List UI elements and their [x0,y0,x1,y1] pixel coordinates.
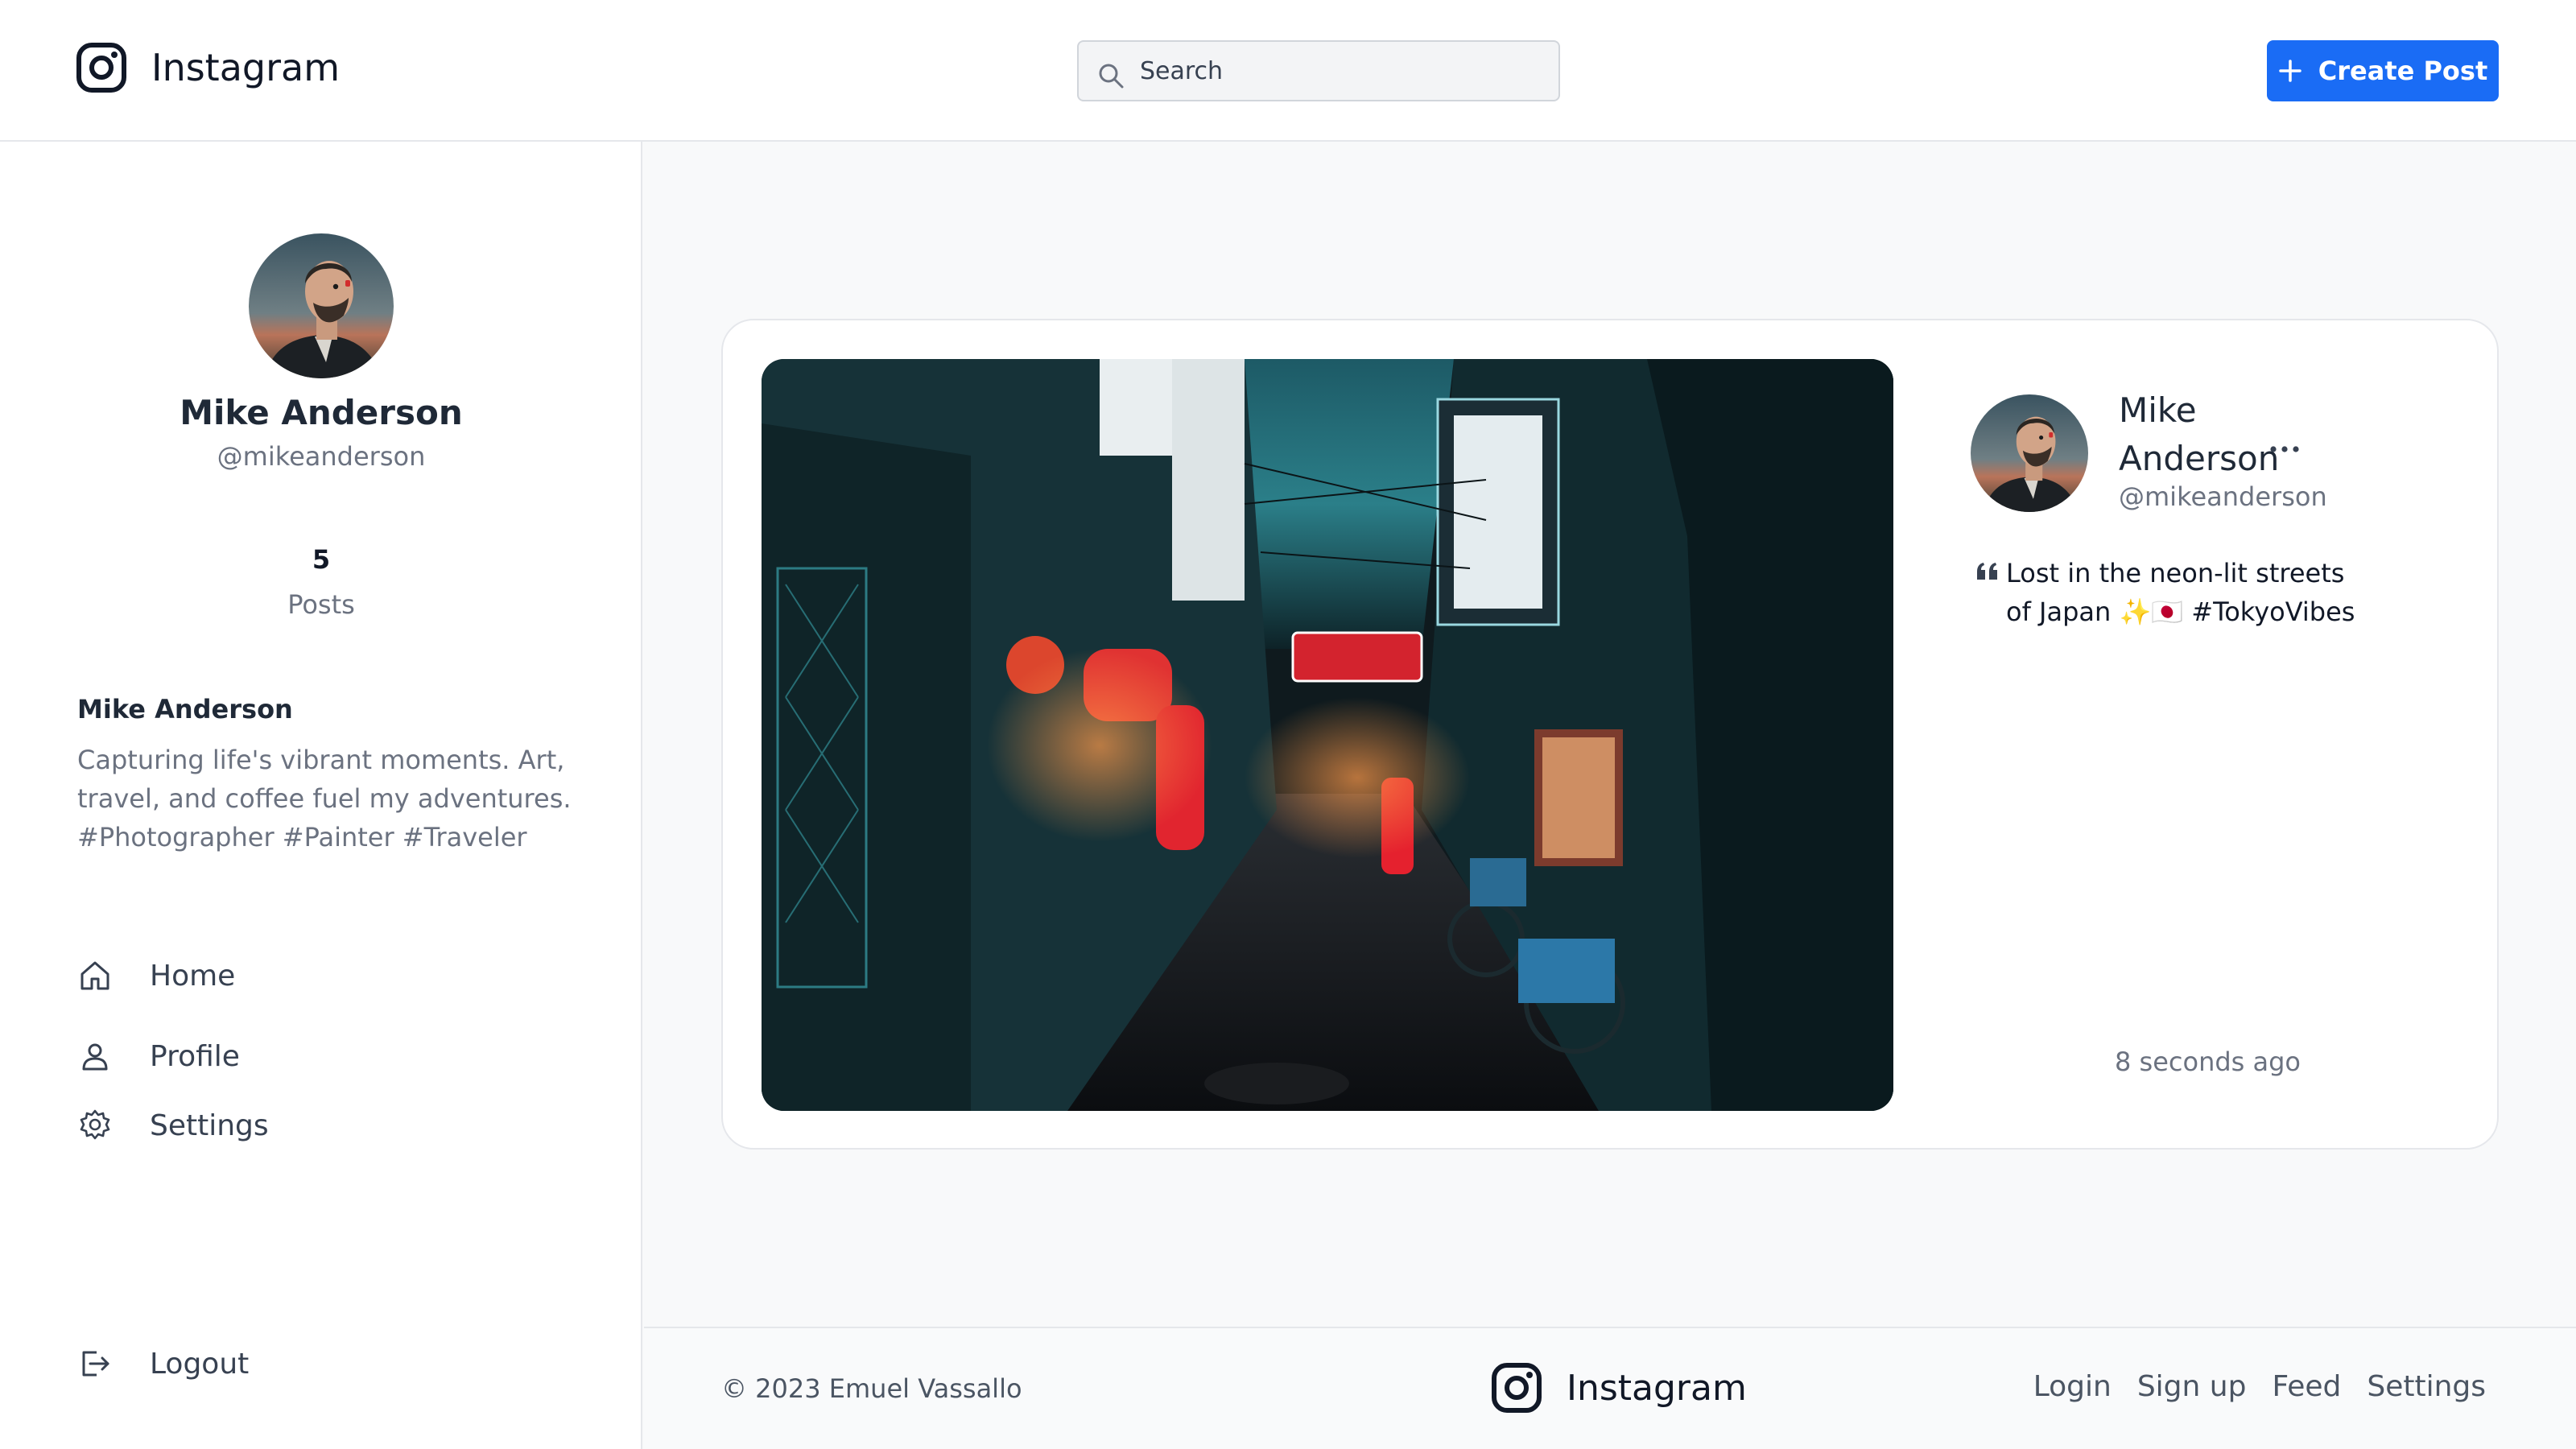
logout-icon [82,1351,109,1377]
bio-text: Capturing life's vibrant moments. Art, t… [77,745,572,852]
bio-name: Mike Anderson [77,694,293,724]
sidebar: Mike Anderson @mikeanderson 5 Posts Mike… [0,142,642,1449]
post-caption: Lost in the neon-lit streets of Japan ✨🇯… [2006,558,2355,627]
footer-brand[interactable]: Instagram [1491,1362,1747,1414]
post-card: Mike Anderson @mikeanderson Lost in the … [721,319,2499,1150]
instagram-icon [76,43,126,93]
sidebar-item-label: Profile [150,1039,240,1073]
profile-handle: @mikeanderson [217,441,426,472]
sidebar-item-settings[interactable]: Settings [77,1101,269,1150]
sidebar-item-profile[interactable]: Profile [77,1032,240,1080]
brand-logo[interactable]: Instagram [76,42,340,93]
search-box[interactable] [1077,40,1560,101]
footer-link-login[interactable]: Login [2033,1370,2112,1403]
footer: © 2023 Emuel Vassallo Instagram Login Si… [644,1327,2576,1449]
user-icon [82,1043,108,1071]
footer-link-settings[interactable]: Settings [2367,1370,2486,1403]
gear-icon [80,1109,110,1140]
plus-icon [2279,60,2301,82]
sidebar-item-label: Settings [150,1108,269,1142]
brand-name: Instagram [151,46,341,89]
top-navbar: Instagram Create Post [0,0,2576,142]
post-count-label: Posts [287,589,355,620]
quote-icon [1977,563,1997,580]
post-image[interactable] [762,359,1893,1111]
footer-link-signup[interactable]: Sign up [2137,1370,2247,1403]
post-author-handle: @mikeanderson [2119,481,2327,512]
search-input[interactable] [1140,42,1542,100]
sidebar-item-home[interactable]: Home [77,952,235,1000]
profile-name: Mike Anderson [180,393,463,432]
footer-brand-name: Instagram [1567,1367,1747,1409]
logout-button[interactable]: Logout [77,1340,249,1388]
create-post-label: Create Post [2318,56,2488,86]
logout-label: Logout [150,1347,250,1381]
post-timestamp: 8 seconds ago [2115,1046,2301,1077]
post-author-name[interactable]: Mike Anderson [2119,386,2312,483]
footer-links: Login Sign up Feed Settings [2008,1370,2486,1403]
more-options-icon[interactable] [2268,441,2301,457]
search-icon [1099,64,1124,89]
sidebar-item-label: Home [150,959,236,993]
post-author-avatar[interactable] [1971,394,2088,512]
post-count: 5 [312,544,331,575]
create-post-button[interactable]: Create Post [2267,40,2499,101]
home-icon [80,961,109,990]
copyright-text: © 2023 Emuel Vassallo [721,1373,1022,1404]
instagram-icon [1492,1363,1542,1413]
avatar[interactable] [249,233,394,378]
footer-link-feed[interactable]: Feed [2272,1370,2341,1403]
